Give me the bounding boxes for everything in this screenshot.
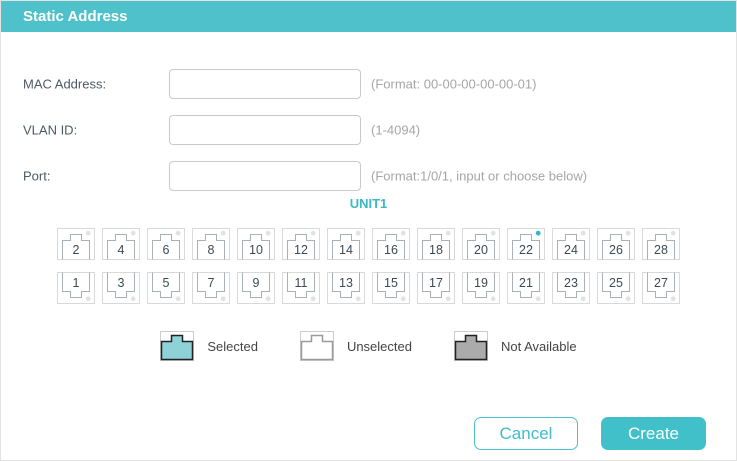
svg-text:22: 22 [519, 243, 533, 257]
svg-text:13: 13 [339, 276, 353, 290]
port-18[interactable]: 18 [417, 228, 455, 260]
static-address-dialog: Static Address MAC Address: (Format: 00-… [0, 0, 737, 461]
port-19[interactable]: 19 [462, 272, 500, 304]
port-22[interactable]: 22 [507, 228, 545, 260]
legend-label-not-available: Not Available [500, 338, 577, 354]
vlan-id-row: VLAN ID: (1-4094) [1, 115, 736, 145]
port-17[interactable]: 17 [417, 272, 455, 304]
port-6[interactable]: 6 [147, 228, 185, 260]
port-12[interactable]: 12 [282, 228, 320, 260]
svg-text:16: 16 [384, 243, 398, 257]
svg-text:6: 6 [163, 243, 170, 257]
port-grid-row-odd: 1 3 5 7 9 11 13 15 17 19 21 23 25 27 [1, 272, 736, 304]
cancel-button[interactable]: Cancel [474, 417, 578, 450]
port-4[interactable]: 4 [102, 228, 140, 260]
port-10[interactable]: 10 [237, 228, 275, 260]
port-23[interactable]: 23 [552, 272, 590, 304]
not-available-port-icon [453, 331, 488, 361]
port-hint: (Format:1/0/1, input or choose below) [371, 168, 588, 184]
port-2[interactable]: 2 [57, 228, 95, 260]
svg-text:24: 24 [564, 243, 578, 257]
port-3[interactable]: 3 [102, 272, 140, 304]
svg-text:2: 2 [73, 243, 80, 257]
svg-text:10: 10 [249, 243, 263, 257]
svg-text:25: 25 [609, 276, 623, 290]
svg-text:23: 23 [564, 276, 578, 290]
svg-text:20: 20 [474, 243, 488, 257]
port-14[interactable]: 14 [327, 228, 365, 260]
port-27[interactable]: 27 [642, 272, 680, 304]
port-1[interactable]: 1 [57, 272, 95, 304]
svg-text:19: 19 [474, 276, 488, 290]
mac-address-input[interactable] [169, 69, 361, 99]
unselected-port-icon [299, 331, 334, 361]
dialog-title: Static Address [1, 1, 736, 32]
port-7[interactable]: 7 [192, 272, 230, 304]
vlan-id-hint: (1-4094) [371, 122, 421, 138]
svg-text:17: 17 [429, 276, 443, 290]
legend-item-selected: Selected [160, 331, 258, 361]
port-legend: Selected Unselected Not Available [1, 331, 736, 361]
port-16[interactable]: 16 [372, 228, 410, 260]
legend-label-unselected: Unselected [346, 338, 412, 354]
port-row: Port: (Format:1/0/1, input or choose bel… [1, 161, 736, 191]
svg-text:3: 3 [118, 276, 125, 290]
vlan-id-input[interactable] [169, 115, 361, 145]
legend-label-selected: Selected [207, 338, 258, 354]
svg-text:26: 26 [609, 243, 623, 257]
port-11[interactable]: 11 [282, 272, 320, 304]
unit-label: UNIT1 [349, 196, 388, 211]
port-8[interactable]: 8 [192, 228, 230, 260]
port-21[interactable]: 21 [507, 272, 545, 304]
port-13[interactable]: 13 [327, 272, 365, 304]
svg-text:5: 5 [163, 276, 170, 290]
selected-port-icon [160, 331, 195, 361]
svg-text:12: 12 [294, 243, 308, 257]
port-26[interactable]: 26 [597, 228, 635, 260]
port-15[interactable]: 15 [372, 272, 410, 304]
create-button[interactable]: Create [601, 417, 706, 450]
port-input[interactable] [169, 161, 361, 191]
port-grid-row-even: 2 4 6 8 10 12 14 16 18 20 22 24 26 28 [1, 228, 736, 260]
svg-text:7: 7 [208, 276, 215, 290]
port-5[interactable]: 5 [147, 272, 185, 304]
port-25[interactable]: 25 [597, 272, 635, 304]
legend-item-unselected: Unselected [299, 331, 412, 361]
port-24[interactable]: 24 [552, 228, 590, 260]
svg-text:1: 1 [73, 276, 80, 290]
vlan-id-label: VLAN ID: [23, 122, 78, 138]
svg-text:9: 9 [253, 276, 260, 290]
port-label: Port: [23, 168, 51, 184]
svg-text:4: 4 [118, 243, 125, 257]
legend-item-not-available: Not Available [453, 331, 577, 361]
mac-address-hint: (Format: 00-00-00-00-00-01) [371, 76, 537, 92]
svg-text:18: 18 [429, 243, 443, 257]
svg-text:15: 15 [384, 276, 398, 290]
svg-text:8: 8 [208, 243, 215, 257]
svg-text:11: 11 [295, 276, 308, 290]
port-28[interactable]: 28 [642, 228, 680, 260]
port-20[interactable]: 20 [462, 228, 500, 260]
port-9[interactable]: 9 [237, 272, 275, 304]
mac-address-label: MAC Address: [23, 76, 107, 92]
svg-text:21: 21 [519, 276, 533, 290]
svg-text:14: 14 [339, 243, 353, 257]
mac-address-row: MAC Address: (Format: 00-00-00-00-00-01) [1, 69, 736, 99]
svg-text:27: 27 [654, 276, 668, 290]
svg-text:28: 28 [654, 243, 668, 257]
